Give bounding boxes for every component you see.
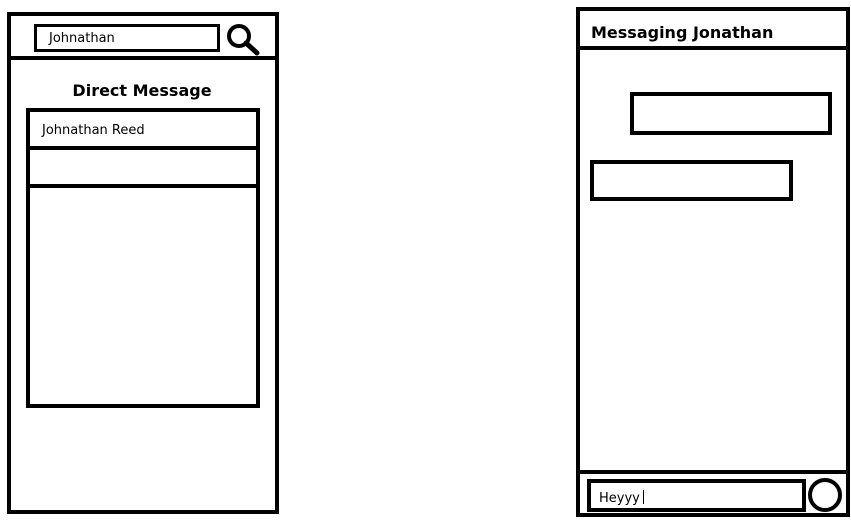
composer-divider <box>580 470 846 474</box>
text-cursor <box>642 490 644 504</box>
header-divider <box>11 56 275 60</box>
search-results-list: Johnathan Reed <box>26 108 260 408</box>
message-bubble <box>590 160 793 201</box>
message-input-value: Heyyy <box>599 491 640 506</box>
list-item-label: Johnathan Reed <box>42 123 145 138</box>
list-item[interactable]: Johnathan Reed <box>30 112 256 150</box>
search-input-value: Johnathan <box>49 31 115 46</box>
direct-message-title: Direct Message <box>72 81 212 100</box>
chat-header-divider <box>580 46 846 50</box>
list-item[interactable] <box>30 150 256 188</box>
message-input[interactable]: Heyyy <box>587 479 806 512</box>
search-icon[interactable] <box>224 22 264 56</box>
search-screen: Johnathan Direct Message Johnathan Reed <box>7 12 279 514</box>
search-input[interactable]: Johnathan <box>34 24 220 52</box>
send-button[interactable] <box>808 478 842 512</box>
message-bubble <box>630 92 832 135</box>
chat-title: Messaging Jonathan <box>591 23 774 42</box>
chat-screen: Messaging Jonathan Heyyy <box>576 7 850 517</box>
